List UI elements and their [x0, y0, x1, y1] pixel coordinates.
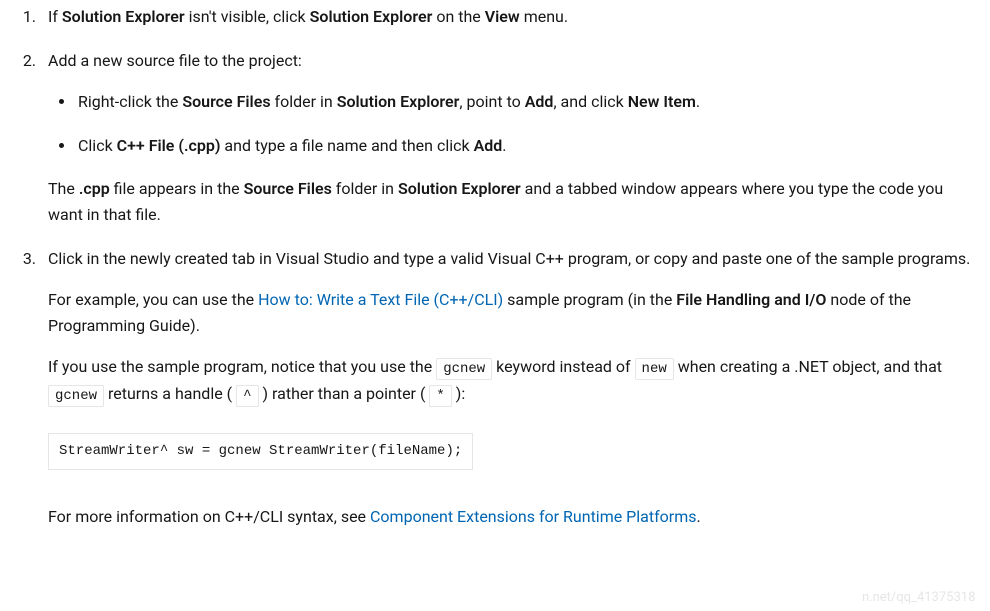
- text: file appears in the: [110, 179, 244, 198]
- text: folder in: [271, 92, 337, 111]
- text: .: [697, 507, 701, 526]
- link-write-text-file[interactable]: How to: Write a Text File (C++/CLI): [258, 290, 503, 309]
- code-gcnew: gcnew: [436, 358, 492, 380]
- step-3-intro: Click in the newly created tab in Visual…: [48, 249, 970, 268]
- bold: Solution Explorer: [310, 7, 433, 26]
- code-handle-caret: ^: [236, 385, 258, 407]
- text: and type a file name and then click: [220, 136, 473, 155]
- text: The: [48, 179, 79, 198]
- text: If: [48, 7, 62, 26]
- substep-right-click: Right-click the Source Files folder in S…: [76, 89, 978, 115]
- text: Click: [78, 136, 117, 155]
- step-2: Add a new source file to the project: Ri…: [40, 48, 978, 228]
- step-2-intro: Add a new source file to the project:: [48, 51, 302, 70]
- bold: Solution Explorer: [337, 92, 460, 111]
- code-gcnew-2: gcnew: [48, 385, 104, 407]
- bold: Solution Explorer: [398, 179, 521, 198]
- text: folder in: [332, 179, 398, 198]
- text: isn't visible, click: [185, 7, 310, 26]
- step-2-result: The .cpp file appears in the Source File…: [48, 176, 978, 227]
- text: , point to: [459, 92, 524, 111]
- instruction-list: If Solution Explorer isn't visible, clic…: [12, 4, 978, 529]
- substep-click-cpp: Click C++ File (.cpp) and type a file na…: [76, 133, 978, 159]
- code-block-streamwriter: StreamWriter^ sw = gcnew StreamWriter(fi…: [48, 433, 473, 469]
- text: , and click: [553, 92, 627, 111]
- bold: File Handling and I/O: [676, 290, 826, 309]
- bold: New Item: [628, 92, 696, 111]
- text: .: [696, 92, 700, 111]
- step-1: If Solution Explorer isn't visible, clic…: [40, 4, 978, 30]
- step-3: Click in the newly created tab in Visual…: [40, 246, 978, 530]
- text: ) rather than a pointer (: [259, 384, 430, 403]
- code-new: new: [635, 358, 674, 380]
- text: For example, you can use the: [48, 290, 258, 309]
- step-3-more-info: For more information on C++/CLI syntax, …: [48, 504, 978, 530]
- bold: Add: [525, 92, 554, 111]
- text: .: [502, 136, 506, 155]
- watermark-text: n.net/qq_41375318: [862, 588, 975, 609]
- text: on the: [432, 7, 484, 26]
- text: returns a handle (: [104, 384, 236, 403]
- link-component-extensions[interactable]: Component Extensions for Runtime Platfor…: [370, 507, 696, 526]
- text: ):: [452, 384, 465, 403]
- text: when creating a .NET object, and that: [674, 357, 942, 376]
- step-2-substeps: Right-click the Source Files folder in S…: [48, 89, 978, 158]
- bold: Solution Explorer: [62, 7, 185, 26]
- bold: C++ File (.cpp): [117, 136, 221, 155]
- text: menu.: [520, 7, 568, 26]
- text: If you use the sample program, notice th…: [48, 357, 436, 376]
- code-pointer-star: *: [429, 385, 451, 407]
- text: For more information on C++/CLI syntax, …: [48, 507, 370, 526]
- text: keyword instead of: [492, 357, 634, 376]
- bold: Source Files: [182, 92, 270, 111]
- bold: .cpp: [79, 179, 110, 198]
- bold: Add: [474, 136, 503, 155]
- step-3-example: For example, you can use the How to: Wri…: [48, 287, 978, 338]
- bold: Source Files: [244, 179, 332, 198]
- step-3-notice: If you use the sample program, notice th…: [48, 354, 978, 407]
- text: sample program (in the: [503, 290, 676, 309]
- bold: View: [485, 7, 520, 26]
- text: Right-click the: [78, 92, 182, 111]
